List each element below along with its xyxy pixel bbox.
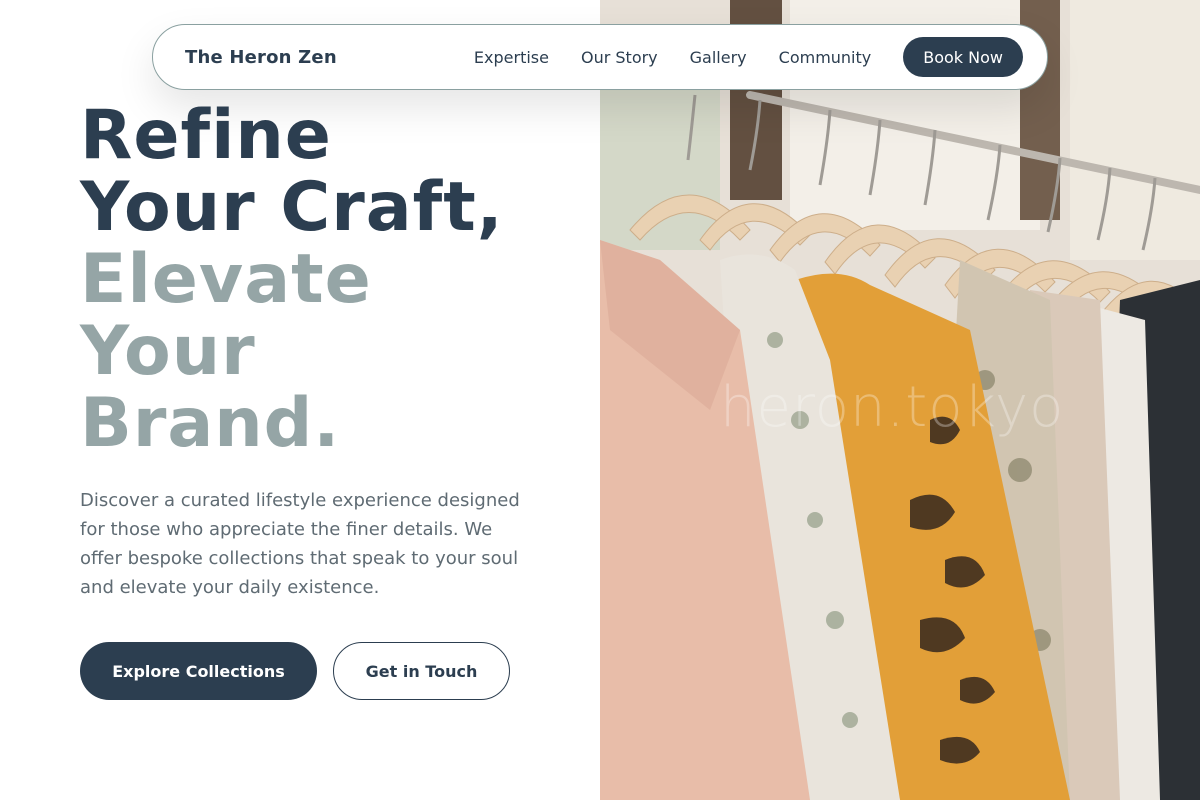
headline-line-2: Your Craft, [80,168,504,247]
headline-line-5: Brand. [80,384,341,463]
clothing-rack-illustration [600,0,1200,800]
book-now-button[interactable]: Book Now [903,37,1023,77]
hero-lead-text: Discover a curated lifestyle experience … [80,490,520,598]
nav-link-community[interactable]: Community [779,48,872,67]
main-nav: The Heron Zen Expertise Our Story Galler… [152,24,1048,90]
headline-line-1: Refine [80,96,332,175]
get-in-touch-button[interactable]: Get in Touch [333,642,510,700]
nav-link-expertise[interactable]: Expertise [474,48,549,67]
nav-links: Expertise Our Story Gallery Community Bo… [474,37,1023,77]
headline-line-4: Your [80,312,256,391]
headline-line-3: Elevate [80,240,372,319]
brand-logo[interactable]: The Heron Zen [185,47,337,68]
nav-link-gallery[interactable]: Gallery [690,48,747,67]
hero-headline: Refine Your Craft, Elevate Your Brand. [80,100,504,460]
hero-image: heron.tokyo [600,0,1200,800]
nav-link-our-story[interactable]: Our Story [581,48,658,67]
explore-collections-button[interactable]: Explore Collections [80,642,317,700]
